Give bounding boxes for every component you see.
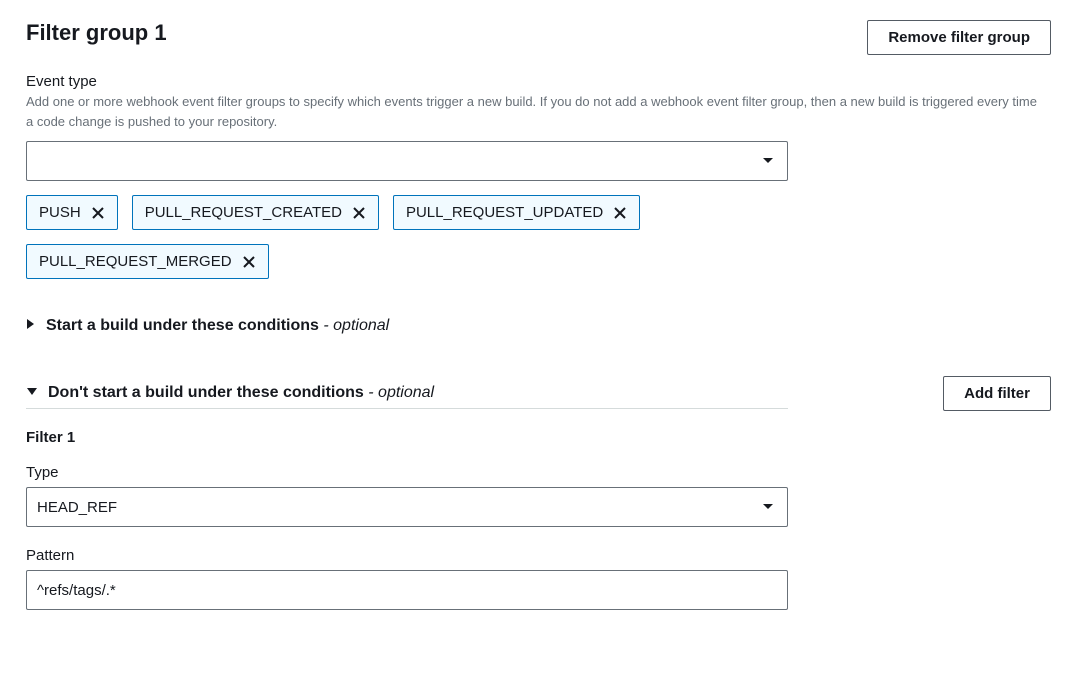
close-icon[interactable] xyxy=(352,206,366,220)
close-icon[interactable] xyxy=(91,206,105,220)
event-type-chip: PULL_REQUEST_MERGED xyxy=(26,244,269,279)
filter-1-heading: Filter 1 xyxy=(26,429,1051,446)
close-icon[interactable] xyxy=(613,206,627,220)
chip-label: PULL_REQUEST_MERGED xyxy=(39,253,232,270)
event-type-description: Add one or more webhook event filter gro… xyxy=(26,92,1046,131)
type-select[interactable]: HEAD_REF xyxy=(26,487,788,527)
dont-start-conditions-label: Don't start a build under these conditio… xyxy=(48,384,434,402)
caret-right-icon xyxy=(26,317,36,335)
pattern-input[interactable] xyxy=(26,570,788,610)
event-type-select[interactable] xyxy=(26,141,788,181)
chip-label: PUSH xyxy=(39,204,81,221)
type-select-value: HEAD_REF xyxy=(37,499,117,516)
remove-filter-group-button[interactable]: Remove filter group xyxy=(867,20,1051,55)
event-type-chip: PULL_REQUEST_CREATED xyxy=(132,195,379,230)
caret-down-icon xyxy=(26,384,38,402)
start-conditions-expander[interactable]: Start a build under these conditions - o… xyxy=(26,311,788,342)
close-icon[interactable] xyxy=(242,255,256,269)
event-type-label: Event type xyxy=(26,73,1051,90)
type-field-label: Type xyxy=(26,464,1051,481)
start-conditions-label: Start a build under these conditions - o… xyxy=(46,317,389,335)
chip-label: PULL_REQUEST_CREATED xyxy=(145,204,342,221)
event-type-chip: PULL_REQUEST_UPDATED xyxy=(393,195,640,230)
dont-start-conditions-expander[interactable]: Don't start a build under these conditio… xyxy=(26,378,788,409)
filter-group-title: Filter group 1 xyxy=(26,20,167,46)
event-type-chip: PUSH xyxy=(26,195,118,230)
pattern-field-label: Pattern xyxy=(26,547,1051,564)
add-filter-button[interactable]: Add filter xyxy=(943,376,1051,411)
chip-label: PULL_REQUEST_UPDATED xyxy=(406,204,603,221)
